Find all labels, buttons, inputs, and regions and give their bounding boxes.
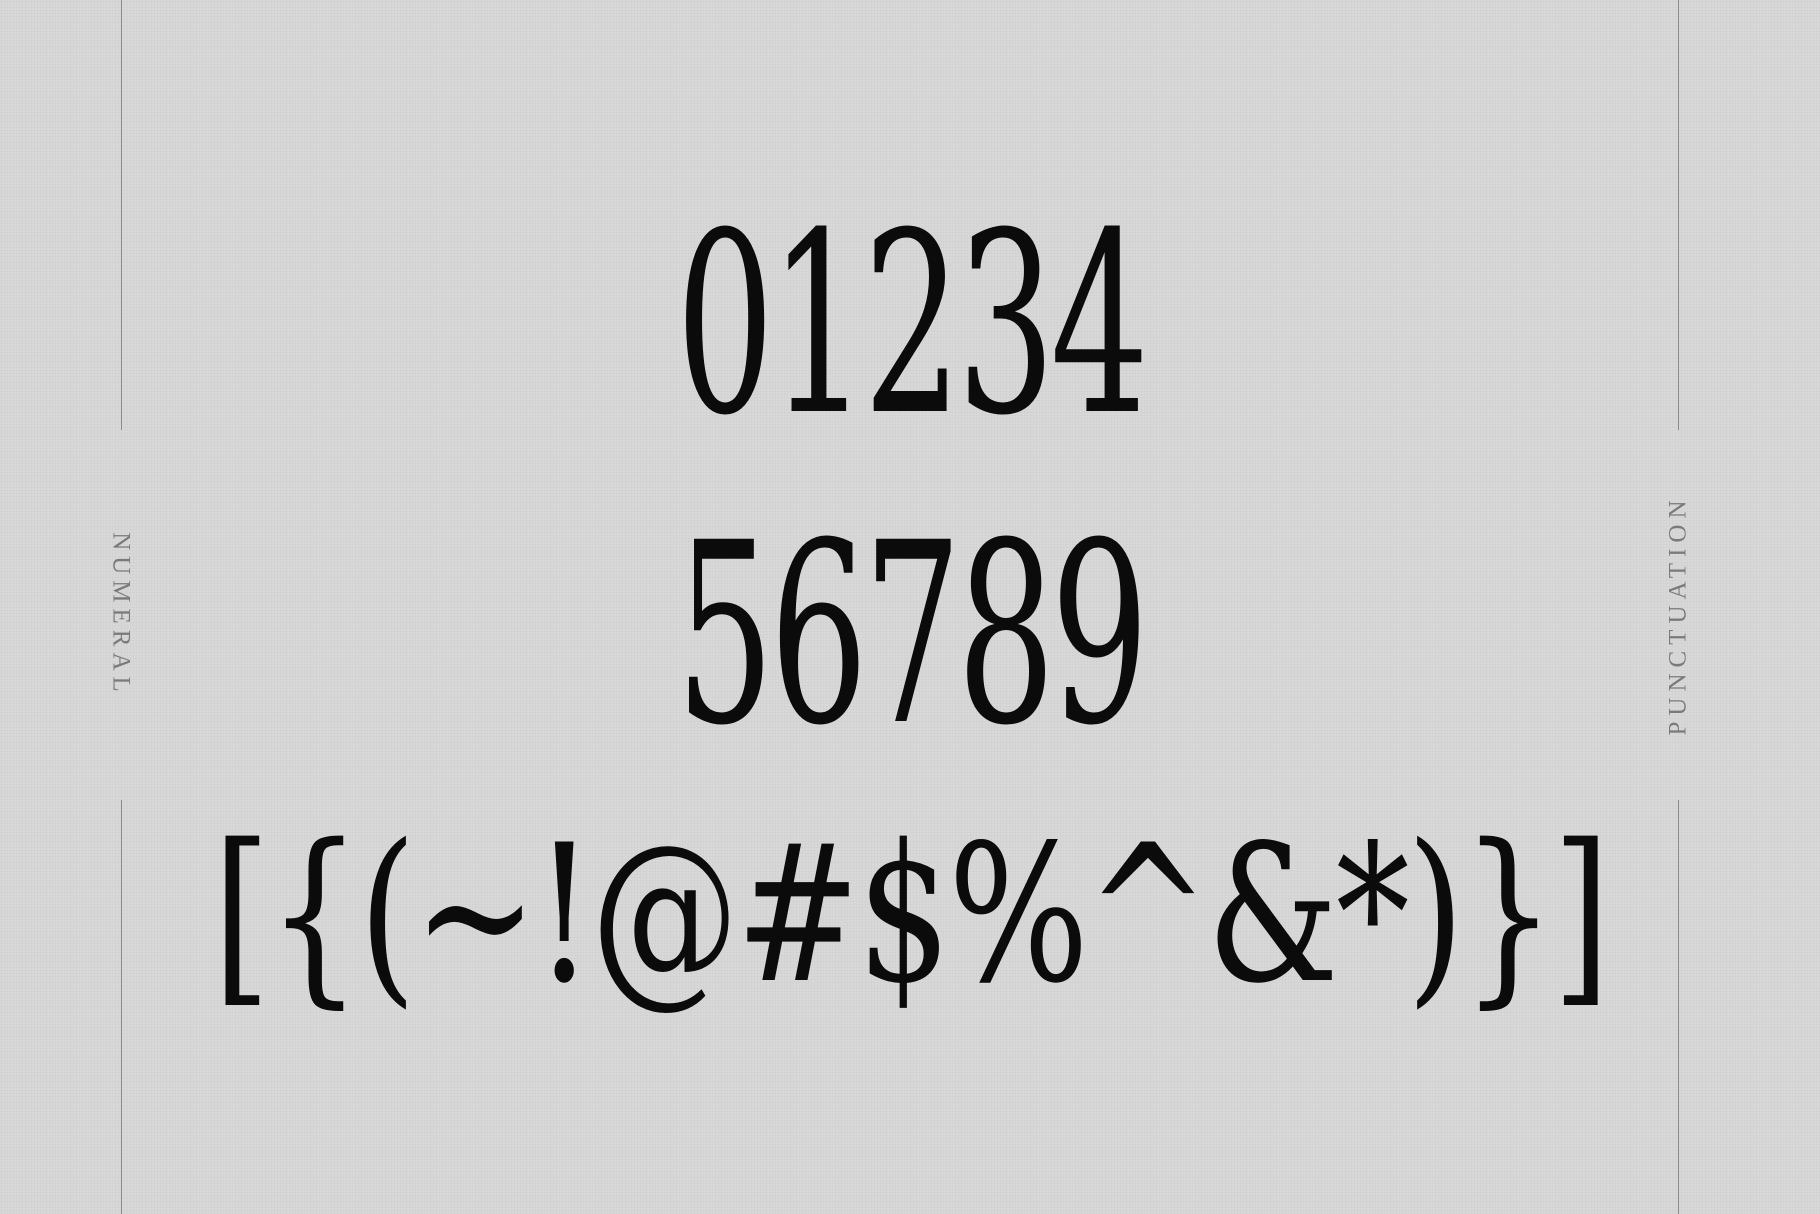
punctuation-row: [{(~!@#$%^&*)}] [212, 804, 1611, 1025]
left-divider-bottom [121, 800, 122, 1214]
numeral-label: NUMERAL [107, 532, 135, 698]
digits-row-one: 01234 [675, 179, 1149, 470]
right-divider-bottom [1678, 800, 1679, 1214]
left-divider-top [121, 0, 122, 430]
right-divider-top [1678, 0, 1679, 430]
punctuation-label: PUNCTUATION [1664, 494, 1692, 736]
digits-row-two: 56789 [675, 489, 1149, 780]
